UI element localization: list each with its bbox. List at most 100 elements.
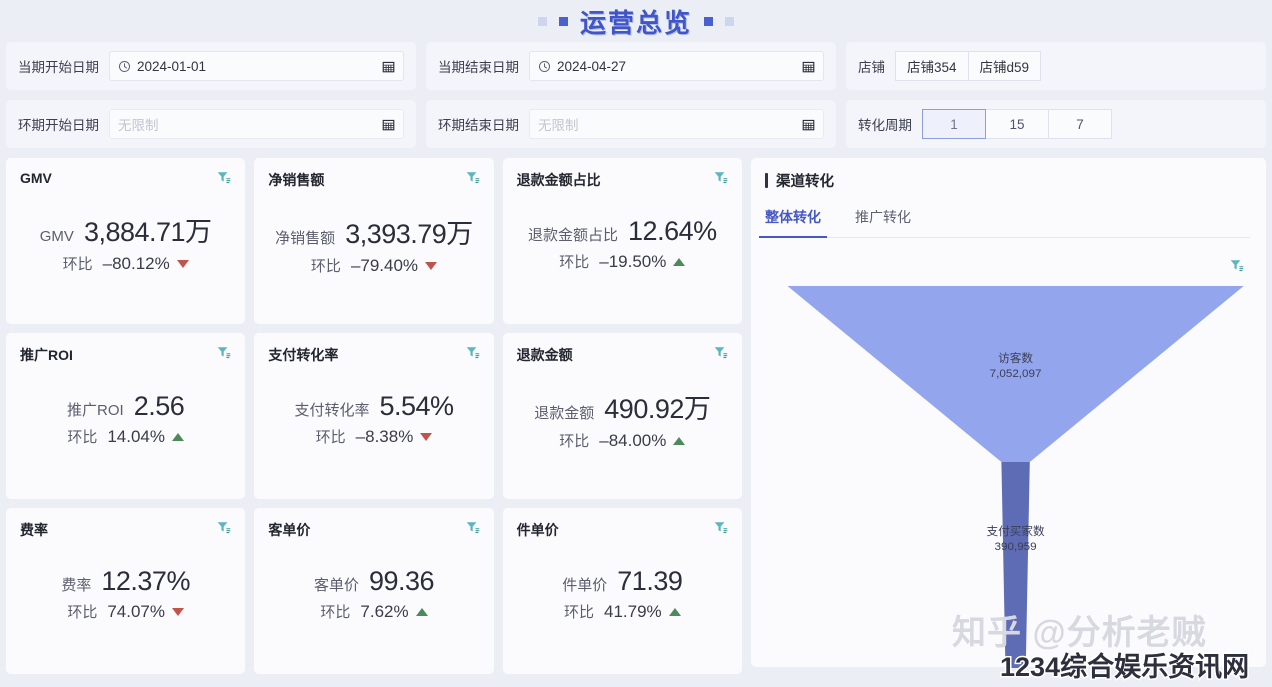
compare-group: –80.12% (103, 254, 189, 274)
card-body: 客单价 99.36 环比 7.62% (268, 540, 479, 662)
trend-down-icon (172, 607, 184, 616)
title-decoration-square-4 (725, 16, 734, 26)
calendar-icon[interactable] (802, 60, 815, 73)
filter-label: 转化周期 (858, 118, 912, 133)
watermark-site: 1234综合娱乐资讯网 (998, 651, 1250, 684)
kpi-card-refund-ratio[interactable]: 退款金额占比 退款金额占比 12.64% 环比 –19.50% (502, 158, 742, 324)
funnel-stage-buyers-name: 支付买家数 (986, 524, 1045, 538)
kpi-card-fee-rate[interactable]: 费率 费率 12.37% 环比 74.07% (6, 508, 246, 674)
kpi-card-unit-price[interactable]: 件单价 件单价 71.39 环比 41.79% (502, 508, 742, 674)
shop-option-0[interactable]: 店铺354 (895, 51, 969, 81)
trend-up-icon (172, 432, 184, 441)
compare-start-date-input[interactable]: 无限制 (109, 109, 404, 139)
compare-value: –19.50% (599, 251, 667, 271)
compare-label: 环比 (315, 429, 346, 446)
kpi-card-gmv[interactable]: GMV GMV 3,884.71万 环比 –80.12% (6, 158, 246, 324)
filter-icon[interactable] (713, 520, 728, 535)
calendar-icon[interactable] (802, 118, 815, 131)
card-title: 推广ROI (20, 347, 73, 363)
compare-start-date-placeholder: 无限制 (118, 118, 159, 133)
metric-row: 客单价 99.36 (268, 566, 479, 597)
trend-down-icon (420, 432, 433, 441)
filter-icon[interactable] (1229, 258, 1244, 273)
card-header: 退款金额占比 (517, 170, 728, 190)
compare-label: 环比 (563, 604, 594, 621)
trend-up-icon (415, 607, 428, 616)
trend-down-icon (425, 261, 438, 270)
card-body: 费率 12.37% 环比 74.07% (20, 540, 231, 662)
kpi-card-order-value[interactable]: 客单价 客单价 99.36 环比 7.62% (254, 508, 494, 674)
compare-value: –8.38% (355, 426, 414, 446)
filter-icon[interactable] (216, 520, 231, 535)
clock-icon (118, 60, 131, 72)
funnel-stage-buyers-value: 390,959 (995, 541, 1037, 553)
compare-row: 环比 –84.00% (517, 430, 728, 451)
card-body: 退款金额 490.92万 环比 –84.00% (517, 365, 728, 487)
compare-group: –79.40% (351, 256, 438, 276)
kpi-card-roi[interactable]: 推广ROI 推广ROI 2.56 环比 14.04% (6, 333, 246, 499)
metric-row: 件单价 71.39 (517, 566, 728, 597)
metric-label: 费率 (61, 577, 92, 594)
card-body: 退款金额占比 12.64% 环比 –19.50% (517, 190, 728, 312)
tab-promotion-conversion[interactable]: 推广转化 (855, 207, 911, 237)
metric-label: 推广ROI (67, 402, 124, 419)
compare-row: 环比 –79.40% (268, 255, 479, 276)
current-start-date-input[interactable]: 2024-01-01 (109, 51, 404, 81)
compare-value: 14.04% (107, 426, 165, 446)
conversion-period-option-15[interactable]: 15 (985, 109, 1049, 139)
filter-icon[interactable] (216, 345, 231, 360)
tab-overall-conversion[interactable]: 整体转化 (759, 207, 827, 238)
compare-label: 环比 (67, 604, 98, 621)
filter-current-start-date: 当期开始日期 2024-01-01 (6, 42, 416, 90)
filter-icon[interactable] (465, 170, 480, 185)
filter-icon[interactable] (216, 170, 231, 185)
current-start-date-value: 2024-01-01 (137, 58, 207, 74)
filter-icon[interactable] (713, 170, 728, 185)
filter-bar: 当期开始日期 2024-01-01 环期开始日期 无限制 当期结束日期 2024… (0, 42, 1272, 148)
compare-group: 74.07% (107, 602, 184, 622)
panel-title: 渠道转化 (776, 174, 834, 190)
current-end-date-input[interactable]: 2024-04-27 (529, 51, 824, 81)
compare-group: 41.79% (604, 602, 681, 622)
card-header: 客单价 (268, 520, 480, 540)
card-title: 费率 (20, 522, 48, 538)
shop-option-1[interactable]: 店铺d59 (967, 51, 1042, 81)
card-header: 支付转化率 (268, 345, 480, 365)
conversion-period-option-1[interactable]: 1 (922, 109, 986, 139)
compare-group: –84.00% (599, 431, 686, 451)
metric-label: GMV (39, 228, 74, 245)
current-end-date-value: 2024-04-27 (557, 58, 627, 74)
filter-icon[interactable] (465, 345, 480, 360)
card-header: 费率 (20, 520, 231, 540)
trend-up-icon (673, 257, 686, 266)
card-title: 客单价 (268, 522, 311, 538)
calendar-icon[interactable] (382, 118, 395, 131)
card-body: GMV 3,884.71万 环比 –80.12% (20, 186, 231, 312)
title-decoration-square-1 (537, 16, 547, 26)
card-header: 净销售额 (268, 170, 480, 190)
metric-label: 退款金额 (534, 405, 595, 422)
compare-row: 环比 7.62% (268, 601, 479, 622)
card-body: 支付转化率 5.54% 环比 –8.38% (268, 365, 479, 487)
compare-end-date-input[interactable]: 无限制 (529, 109, 824, 139)
channel-conversion-panel: 渠道转化 整体转化 推广转化 访客数 7,052,097 支付买家数 390,9… (751, 158, 1266, 668)
metric-row: 退款金额 490.92万 (517, 387, 728, 426)
filter-icon[interactable] (713, 345, 728, 360)
filter-icon[interactable] (465, 520, 480, 535)
conversion-period-group: 1 15 7 (922, 109, 1112, 139)
filter-label: 店铺 (858, 60, 885, 75)
metric-row: 支付转化率 5.54% (268, 391, 479, 422)
card-title: 支付转化率 (268, 347, 339, 363)
calendar-icon[interactable] (382, 60, 395, 73)
metric-row: 退款金额占比 12.64% (517, 216, 728, 247)
card-title: 净销售额 (268, 172, 325, 188)
kpi-card-refund-amount[interactable]: 退款金额 退款金额 490.92万 环比 –84.00% (502, 333, 742, 499)
metric-value: 12.64% (628, 216, 717, 246)
kpi-card-payment-conversion[interactable]: 支付转化率 支付转化率 5.54% 环比 –8.38% (254, 333, 494, 499)
kpi-card-net-sales[interactable]: 净销售额 净销售额 3,393.79万 环比 –79.40% (254, 158, 494, 324)
card-title: 退款金额 (516, 347, 573, 363)
conversion-period-option-7[interactable]: 7 (1048, 109, 1112, 139)
card-header: 退款金额 (517, 345, 728, 365)
metric-row: 净销售额 3,393.79万 (268, 212, 479, 251)
metric-row: 费率 12.37% (20, 566, 231, 597)
